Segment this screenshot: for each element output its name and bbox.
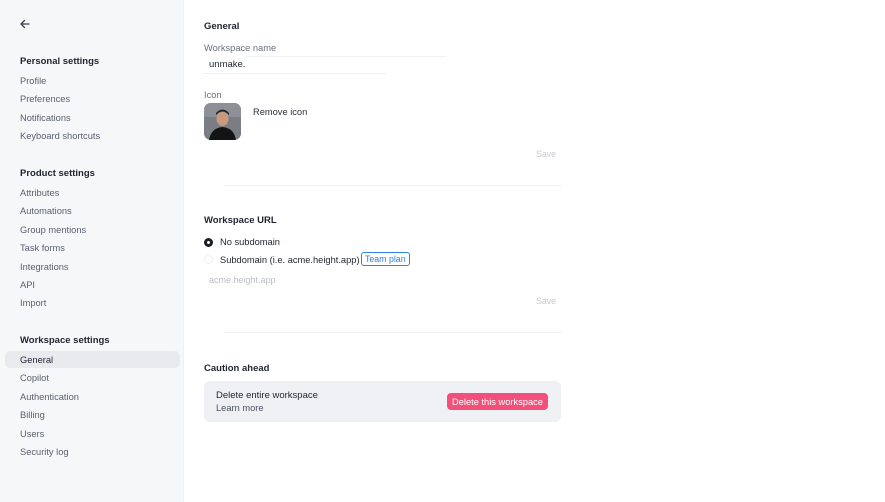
sidebar-item-preferences[interactable]: Preferences [20, 94, 70, 104]
arrow-left-icon[interactable] [17, 16, 33, 32]
icon-label: Icon [204, 90, 222, 100]
workspace-name-input[interactable] [204, 56, 386, 74]
radio-subdomain[interactable] [204, 255, 213, 264]
sidebar-item-users[interactable]: Users [20, 429, 44, 439]
workspace-icon-avatar[interactable] [204, 103, 241, 140]
sidebar-item-import[interactable]: Import [20, 298, 46, 308]
section-divider [224, 185, 561, 186]
sidebar-item-notifications[interactable]: Notifications [20, 113, 71, 123]
sidebar-item-task-forms[interactable]: Task forms [20, 243, 65, 253]
delete-workspace-button[interactable]: Delete this workspace [447, 393, 548, 410]
delete-workspace-title: Delete entire workspace [216, 390, 318, 401]
sidebar-item-keyboard-shortcuts[interactable]: Keyboard shortcuts [20, 131, 100, 141]
sidebar-item-attributes[interactable]: Attributes [20, 188, 59, 198]
radio-no-subdomain[interactable] [204, 238, 213, 247]
sidebar-item-automations[interactable]: Automations [20, 206, 72, 216]
section-divider [224, 332, 561, 333]
workspace-url-save-button[interactable]: Save [536, 296, 556, 306]
sidebar-item-authentication[interactable]: Authentication [20, 392, 79, 402]
radio-label-no-subdomain[interactable]: No subdomain [220, 237, 280, 247]
section-title-workspace: Workspace settings [20, 335, 110, 346]
sidebar-item-integrations[interactable]: Integrations [20, 262, 69, 272]
workspace-name-label: Workspace name [204, 43, 277, 53]
sidebar-item-copilot[interactable]: Copilot [20, 373, 49, 383]
sidebar-item-group-mentions[interactable]: Group mentions [20, 225, 86, 235]
general-heading: General [204, 21, 240, 32]
sidebar-item-api[interactable]: API [20, 280, 35, 290]
settings-sidebar: Personal settings Profile Preferences No… [0, 0, 184, 502]
general-save-button[interactable]: Save [536, 149, 556, 159]
sidebar-item-billing[interactable]: Billing [20, 410, 45, 420]
sidebar-item-security-log[interactable]: Security log [20, 447, 69, 457]
person-photo-icon [204, 103, 241, 140]
team-plan-badge: Team plan [361, 252, 410, 266]
delete-workspace-card: Delete entire workspace Learn more Delet… [204, 381, 561, 422]
section-title-product: Product settings [20, 168, 95, 179]
subdomain-input[interactable] [204, 272, 404, 287]
caution-heading: Caution ahead [204, 363, 270, 374]
remove-icon-button[interactable]: Remove icon [249, 104, 312, 120]
learn-more-link[interactable]: Learn more [216, 403, 264, 413]
sidebar-item-profile[interactable]: Profile [20, 76, 46, 86]
radio-label-subdomain[interactable]: Subdomain (i.e. acme.height.app) [220, 255, 360, 265]
section-title-personal: Personal settings [20, 56, 100, 67]
sidebar-item-general[interactable]: General [20, 355, 53, 365]
workspace-url-heading: Workspace URL [204, 215, 277, 226]
